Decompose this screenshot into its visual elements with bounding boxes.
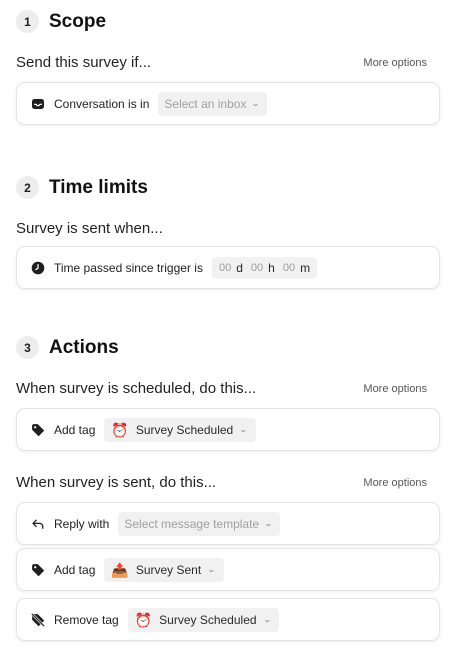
tag-name: Survey Sent [135, 562, 202, 577]
chevron-down-icon: ⌄ [239, 425, 248, 434]
step-number-badge: 1 [16, 10, 39, 33]
section-title: Actions [49, 336, 119, 358]
sent-remove-tag-row: Remove tag ⏰ Survey Scheduled ⌄ [16, 598, 440, 641]
duration-input[interactable]: 00 d 00 h 00 m [211, 256, 318, 279]
add-tag-label: Add tag [54, 422, 96, 437]
chevron-down-icon: ⌄ [262, 615, 272, 624]
scope-condition-row: Conversation is in Select an inbox ⌄ [16, 82, 440, 125]
template-select-placeholder: Select message template [124, 516, 260, 531]
scope-header: 1 Scope [16, 10, 106, 33]
condition-label: Conversation is in [54, 96, 150, 111]
actions-header: 3 Actions [16, 336, 119, 359]
alarm-clock-icon: ⏰ [134, 611, 153, 628]
more-options-button[interactable]: More options [359, 381, 439, 397]
more-options-button[interactable]: More options [359, 475, 439, 491]
more-options-button[interactable]: More options [359, 55, 439, 71]
days-unit: d [236, 260, 243, 275]
tag-icon [31, 423, 45, 437]
step-number-badge: 2 [16, 176, 39, 199]
sent-subheader: When survey is sent, do this... More opt… [16, 474, 439, 491]
section-title: Time limits [49, 176, 148, 198]
tag-select[interactable]: 📤 Survey Sent ⌄ [104, 557, 224, 582]
time-condition-row: Time passed since trigger is 00 d 00 h 0… [16, 246, 440, 289]
step-number-badge: 3 [16, 336, 39, 359]
tag-select[interactable]: ⏰ Survey Scheduled ⌄ [127, 607, 280, 632]
scheduled-add-tag-row: Add tag ⏰ Survey Scheduled ⌄ [16, 408, 440, 451]
sent-subheading: When survey is sent, do this... [16, 474, 217, 491]
tag-name: Survey Scheduled [135, 422, 234, 437]
time-condition-label: Time passed since trigger is [54, 260, 203, 275]
chevron-down-icon: ⌄ [264, 519, 273, 528]
scheduled-subheading: When survey is scheduled, do this... [16, 380, 257, 397]
sent-add-tag-row: Add tag 📤 Survey Sent ⌄ [16, 548, 440, 591]
time-limits-subheader: Survey is sent when... [16, 220, 439, 237]
scope-subheading: Send this survey if... [16, 54, 152, 71]
days-value[interactable]: 00 [219, 262, 231, 274]
section-title: Scope [49, 10, 107, 32]
outbox-tray-icon: 📤 [111, 561, 129, 578]
add-tag-label: Add tag [54, 562, 96, 577]
remove-tag-label: Remove tag [54, 612, 119, 627]
tag-icon [31, 563, 45, 577]
time-limits-header: 2 Time limits [16, 176, 148, 199]
alarm-clock-icon: ⏰ [111, 421, 129, 438]
reply-arrow-icon [31, 517, 45, 531]
reply-with-label: Reply with [54, 516, 110, 531]
scheduled-subheader: When survey is scheduled, do this... Mor… [16, 380, 439, 397]
time-limits-subheading: Survey is sent when... [16, 220, 163, 237]
tag-select[interactable]: ⏰ Survey Scheduled ⌄ [104, 417, 256, 442]
hours-unit: h [268, 260, 275, 275]
chevron-down-icon: ⌄ [207, 565, 216, 574]
chevron-down-icon: ⌄ [251, 99, 261, 108]
inbox-icon [31, 97, 45, 111]
tag-name: Survey Scheduled [159, 612, 257, 627]
minutes-unit: m [300, 260, 311, 275]
message-template-select[interactable]: Select message template ⌄ [118, 511, 280, 536]
inbox-select-placeholder: Select an inbox [164, 96, 247, 111]
sent-reply-row: Reply with Select message template ⌄ [16, 502, 440, 545]
inbox-select[interactable]: Select an inbox ⌄ [158, 91, 268, 116]
tag-off-icon [31, 612, 45, 627]
clock-icon [31, 261, 45, 275]
scope-subheader: Send this survey if... More options [16, 54, 439, 71]
hours-value[interactable]: 00 [251, 262, 263, 274]
minutes-value[interactable]: 00 [283, 262, 295, 274]
